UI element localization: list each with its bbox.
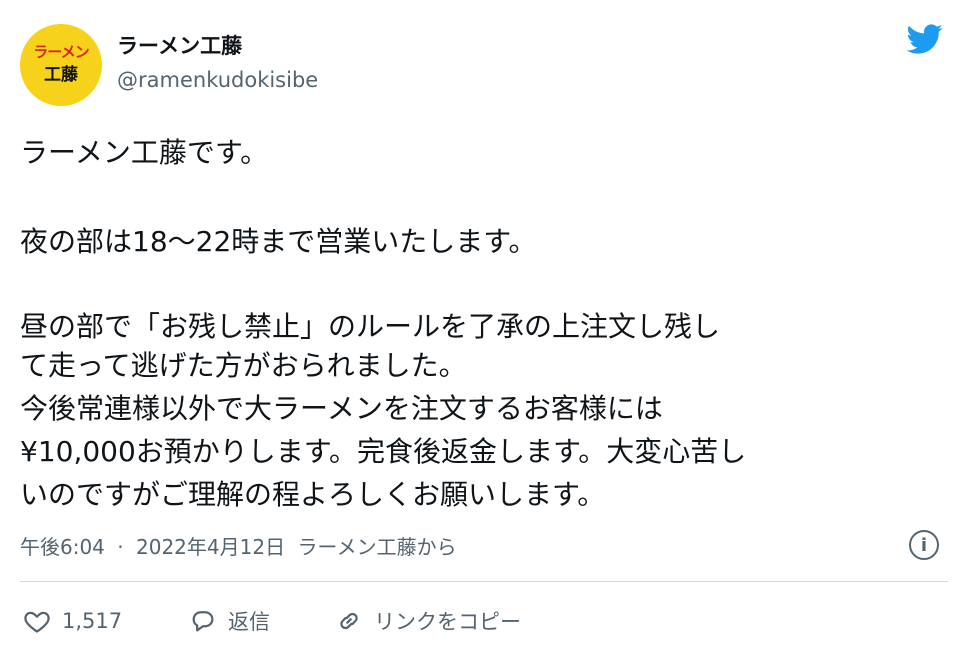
display-name[interactable]: ラーメン工藤	[117, 30, 242, 60]
copy-link-button[interactable]: リンクをコピー	[334, 601, 521, 641]
info-icon[interactable]: i	[909, 530, 939, 560]
tweet-line-4: て走って逃げた方がおられました。	[20, 349, 467, 382]
tweet-line-5: 今後常連様以外で大ラーメンを注文するお客様には	[20, 392, 663, 425]
tweet-line-7: いのですがご理解の程よろしくお願いします。	[20, 478, 606, 511]
meta-separator: ·	[117, 535, 124, 559]
reply-label: 返信	[228, 610, 270, 634]
like-button[interactable]: 1,517	[22, 601, 122, 641]
tweet-meta: 午後6:04 · 2022年4月12日 ラーメン工藤から	[20, 531, 463, 560]
like-count: 1,517	[62, 609, 123, 633]
tweet-line-1: ラーメン工藤です。	[20, 136, 269, 169]
avatar[interactable]: ラーメン 工藤	[20, 24, 102, 106]
twitter-bird-icon[interactable]	[902, 20, 946, 58]
tweet-date[interactable]: 2022年4月12日	[136, 535, 285, 559]
copy-link-label: リンクをコピー	[374, 610, 521, 634]
avatar-text-bottom: 工藤	[44, 64, 78, 85]
divider	[20, 581, 948, 582]
tweet-line-2: 夜の部は18〜22時まで営業いたします。	[20, 225, 537, 258]
tweet-line-3: 昼の部で「お残し禁止」のルールを了承の上注文し残し	[20, 310, 721, 343]
tweet-line-6: ¥10,000お預かりします。完食後返金します。大変心苦し	[20, 435, 747, 468]
avatar-text-top: ラーメン	[33, 43, 89, 62]
tweet-time[interactable]: 午後6:04	[20, 535, 105, 559]
tweet-source: ラーメン工藤から	[297, 535, 457, 559]
user-handle[interactable]: @ramenkudokisibe	[117, 68, 318, 92]
speech-bubble-icon	[188, 606, 218, 636]
info-symbol: i	[920, 534, 928, 556]
heart-icon	[22, 606, 52, 636]
embedded-tweet: ラーメン 工藤 ラーメン工藤 @ramenkudokisibe ラーメン工藤です…	[0, 0, 968, 652]
reply-button[interactable]: 返信	[188, 601, 270, 641]
link-icon	[334, 606, 364, 636]
